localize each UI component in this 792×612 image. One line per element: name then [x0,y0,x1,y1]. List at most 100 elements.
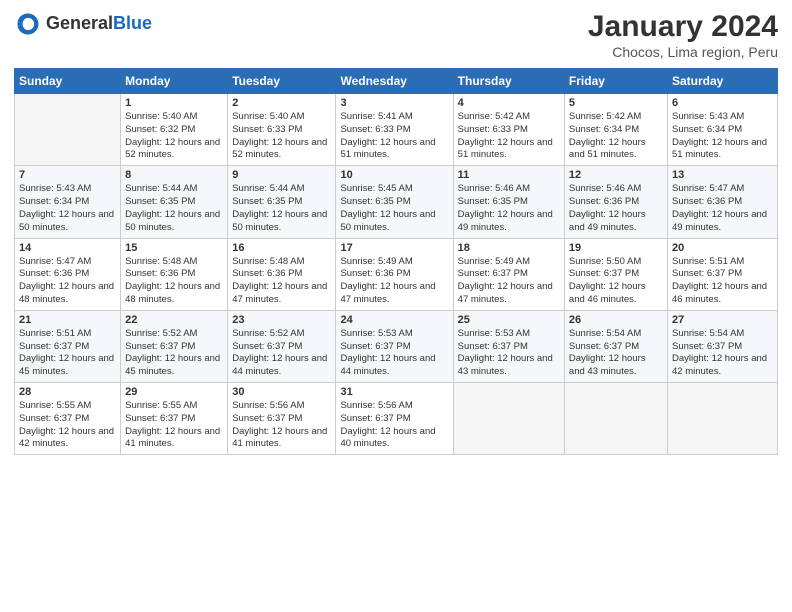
logo: GeneralBlue [14,10,152,38]
day-info: Sunrise: 5:48 AMSunset: 6:36 PMDaylight:… [232,256,331,307]
header-row: SundayMondayTuesdayWednesdayThursdayFrid… [15,69,778,94]
day-cell: 20 Sunrise: 5:51 AMSunset: 6:37 PMDayligh… [667,238,777,310]
day-cell: 9 Sunrise: 5:44 AMSunset: 6:35 PMDaylight… [228,166,336,238]
header: GeneralBlue January 2024 Chocos, Lima re… [14,10,778,60]
day-cell: 24 Sunrise: 5:53 AMSunset: 6:37 PMDayligh… [336,310,453,382]
week-row-4: 21 Sunrise: 5:51 AMSunset: 6:37 PMDayligh… [15,310,778,382]
title-block: January 2024 Chocos, Lima region, Peru [588,10,778,60]
col-header-wednesday: Wednesday [336,69,453,94]
day-number: 22 [125,314,223,326]
day-cell: 12 Sunrise: 5:46 AMSunset: 6:36 PMDayligh… [564,166,667,238]
col-header-friday: Friday [564,69,667,94]
day-info: Sunrise: 5:40 AMSunset: 6:33 PMDaylight:… [232,111,331,162]
day-info: Sunrise: 5:46 AMSunset: 6:35 PMDaylight:… [458,183,560,234]
day-number: 24 [340,314,448,326]
day-info: Sunrise: 5:42 AMSunset: 6:34 PMDaylight:… [569,111,663,162]
location-subtitle: Chocos, Lima region, Peru [588,44,778,60]
col-header-thursday: Thursday [453,69,564,94]
col-header-tuesday: Tuesday [228,69,336,94]
day-info: Sunrise: 5:47 AMSunset: 6:36 PMDaylight:… [19,256,116,307]
day-cell: 30Sunrise: 5:56 AMSunset: 6:37 PMDayligh… [228,383,336,455]
day-cell: 3Sunrise: 5:41 AMSunset: 6:33 PMDaylight… [336,94,453,166]
day-cell [564,383,667,455]
day-cell [453,383,564,455]
col-header-sunday: Sunday [15,69,121,94]
day-number: 7 [19,169,116,181]
logo-text: GeneralBlue [46,14,152,34]
day-cell: 25 Sunrise: 5:53 AMSunset: 6:37 PMDayligh… [453,310,564,382]
day-number: 9 [232,169,331,181]
day-cell: 21 Sunrise: 5:51 AMSunset: 6:37 PMDayligh… [15,310,121,382]
day-cell: 13Sunrise: 5:47 AMSunset: 6:36 PMDayligh… [667,166,777,238]
day-info: Sunrise: 5:42 AMSunset: 6:33 PMDaylight:… [458,111,560,162]
day-cell: 6 Sunrise: 5:43 AMSunset: 6:34 PMDaylight… [667,94,777,166]
day-info: Sunrise: 5:51 AMSunset: 6:37 PMDaylight:… [672,256,773,307]
day-info: Sunrise: 5:44 AMSunset: 6:35 PMDaylight:… [125,183,223,234]
day-info: Sunrise: 5:46 AMSunset: 6:36 PMDaylight:… [569,183,663,234]
day-cell: 5Sunrise: 5:42 AMSunset: 6:34 PMDaylight… [564,94,667,166]
day-number: 18 [458,242,560,254]
day-cell [15,94,121,166]
day-cell: 7 Sunrise: 5:43 AMSunset: 6:34 PMDaylight… [15,166,121,238]
day-number: 26 [569,314,663,326]
day-info: Sunrise: 5:56 AMSunset: 6:37 PMDaylight:… [340,400,448,451]
day-cell [667,383,777,455]
day-info: Sunrise: 5:54 AMSunset: 6:37 PMDaylight:… [569,328,663,379]
day-number: 23 [232,314,331,326]
day-cell: 27Sunrise: 5:54 AMSunset: 6:37 PMDayligh… [667,310,777,382]
logo-blue: Blue [113,13,152,33]
day-number: 11 [458,169,560,181]
day-info: Sunrise: 5:53 AMSunset: 6:37 PMDaylight:… [340,328,448,379]
day-info: Sunrise: 5:49 AMSunset: 6:37 PMDaylight:… [458,256,560,307]
day-info: Sunrise: 5:55 AMSunset: 6:37 PMDaylight:… [19,400,116,451]
calendar-table: SundayMondayTuesdayWednesdayThursdayFrid… [14,68,778,455]
day-cell: 2Sunrise: 5:40 AMSunset: 6:33 PMDaylight… [228,94,336,166]
day-info: Sunrise: 5:50 AMSunset: 6:37 PMDaylight:… [569,256,663,307]
day-number: 12 [569,169,663,181]
day-number: 8 [125,169,223,181]
day-number: 29 [125,386,223,398]
day-info: Sunrise: 5:47 AMSunset: 6:36 PMDaylight:… [672,183,773,234]
day-cell: 31Sunrise: 5:56 AMSunset: 6:37 PMDayligh… [336,383,453,455]
day-info: Sunrise: 5:52 AMSunset: 6:37 PMDaylight:… [125,328,223,379]
day-info: Sunrise: 5:43 AMSunset: 6:34 PMDaylight:… [19,183,116,234]
day-number: 21 [19,314,116,326]
col-header-saturday: Saturday [667,69,777,94]
day-info: Sunrise: 5:56 AMSunset: 6:37 PMDaylight:… [232,400,331,451]
day-cell: 14Sunrise: 5:47 AMSunset: 6:36 PMDayligh… [15,238,121,310]
logo-icon [14,10,42,38]
day-info: Sunrise: 5:53 AMSunset: 6:37 PMDaylight:… [458,328,560,379]
day-number: 1 [125,97,223,109]
day-number: 28 [19,386,116,398]
day-cell: 16 Sunrise: 5:48 AMSunset: 6:36 PMDayligh… [228,238,336,310]
day-info: Sunrise: 5:43 AMSunset: 6:34 PMDaylight:… [672,111,773,162]
day-number: 27 [672,314,773,326]
day-number: 3 [340,97,448,109]
day-number: 6 [672,97,773,109]
week-row-5: 28 Sunrise: 5:55 AMSunset: 6:37 PMDayligh… [15,383,778,455]
day-info: Sunrise: 5:49 AMSunset: 6:36 PMDaylight:… [340,256,448,307]
day-cell: 18 Sunrise: 5:49 AMSunset: 6:37 PMDayligh… [453,238,564,310]
day-cell: 28 Sunrise: 5:55 AMSunset: 6:37 PMDayligh… [15,383,121,455]
day-info: Sunrise: 5:44 AMSunset: 6:35 PMDaylight:… [232,183,331,234]
logo-general: General [46,13,113,33]
day-info: Sunrise: 5:55 AMSunset: 6:37 PMDaylight:… [125,400,223,451]
day-number: 25 [458,314,560,326]
day-number: 20 [672,242,773,254]
day-number: 15 [125,242,223,254]
day-info: Sunrise: 5:51 AMSunset: 6:37 PMDaylight:… [19,328,116,379]
day-cell: 17 Sunrise: 5:49 AMSunset: 6:36 PMDayligh… [336,238,453,310]
day-info: Sunrise: 5:48 AMSunset: 6:36 PMDaylight:… [125,256,223,307]
page-container: GeneralBlue January 2024 Chocos, Lima re… [0,0,792,463]
day-cell: 23Sunrise: 5:52 AMSunset: 6:37 PMDayligh… [228,310,336,382]
day-number: 17 [340,242,448,254]
col-header-monday: Monday [121,69,228,94]
day-cell: 15 Sunrise: 5:48 AMSunset: 6:36 PMDayligh… [121,238,228,310]
week-row-1: 1Sunrise: 5:40 AMSunset: 6:32 PMDaylight… [15,94,778,166]
week-row-2: 7 Sunrise: 5:43 AMSunset: 6:34 PMDaylight… [15,166,778,238]
day-number: 4 [458,97,560,109]
day-number: 16 [232,242,331,254]
day-cell: 22 Sunrise: 5:52 AMSunset: 6:37 PMDayligh… [121,310,228,382]
day-cell: 19Sunrise: 5:50 AMSunset: 6:37 PMDayligh… [564,238,667,310]
day-number: 10 [340,169,448,181]
